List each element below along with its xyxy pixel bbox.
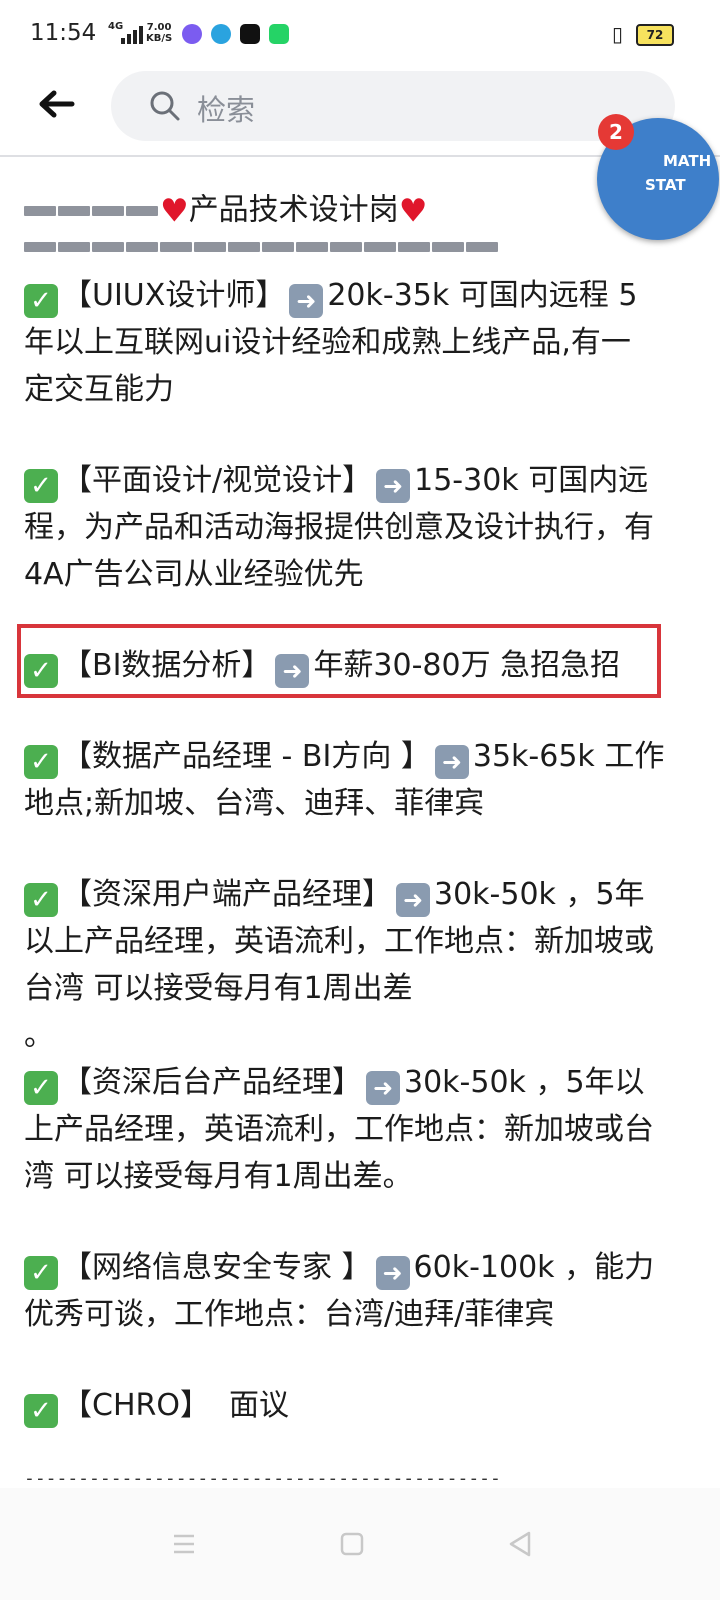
arrow-right-icon: ➜ xyxy=(289,284,324,318)
messenger-icon xyxy=(182,24,202,44)
bubble-text: STAT xyxy=(645,176,686,194)
post-title-row: ♥产品技术设计岗♥ xyxy=(24,186,692,234)
notification-badge: 2 xyxy=(598,114,634,150)
footer-dashes: ----------------------------------------… xyxy=(24,1468,501,1489)
job-text: 15-30k 可国内远 xyxy=(414,463,649,498)
network-speed: 7.00 KB/S xyxy=(146,22,172,44)
battery-icon: 72 xyxy=(636,24,674,46)
bubble-text: MATH xyxy=(663,152,712,170)
job-text: 4A广告公司从业经验优先 xyxy=(24,557,364,592)
search-placeholder: 检索 xyxy=(197,93,256,127)
job-text: 30k-50k ，5年 xyxy=(434,877,645,912)
arrow-right-icon: ➜ xyxy=(375,1256,410,1290)
job-text: 35k-65k 工作 xyxy=(472,739,665,774)
job-text: 年以上互联网ui设计经验和成熟上线产品,有一 xyxy=(24,325,631,360)
job-text: 30k-50k ，5年以 xyxy=(404,1065,645,1100)
signal-icon xyxy=(121,24,145,44)
menu-icon[interactable] xyxy=(166,1526,202,1562)
job-text: 程，为产品和活动海报提供创意及设计执行，有 xyxy=(24,510,654,545)
job-title: 【资深用户端产品经理】 xyxy=(62,877,392,912)
job-text: 以上产品经理，英语流利，工作地点：新加坡或 xyxy=(24,924,654,959)
job-text: 60k-100k ，能力 xyxy=(413,1250,655,1285)
job-title: 【网络信息安全专家 】 xyxy=(62,1250,372,1285)
job-text: 上产品经理，英语流利，工作地点：新加坡或台 xyxy=(24,1112,654,1147)
job-text: 湾 可以接受每月有1周出差。 xyxy=(24,1159,413,1194)
home-icon[interactable] xyxy=(334,1526,370,1562)
arrow-right-icon: ➜ xyxy=(434,745,469,779)
speed-value: 7.00 xyxy=(146,22,172,33)
search-icon xyxy=(149,90,181,122)
job-title: 【平面设计/视觉设计】 xyxy=(62,463,373,498)
speed-unit: KB/S xyxy=(146,33,173,44)
status-time: 11:54 xyxy=(30,20,97,46)
post-content: ♥产品技术设计岗♥ ✓ 【UIUX设计师】 ➜ 20k-35k 可国内远程 5 年以上… xyxy=(24,186,692,1429)
job-text: 优秀可谈，工作地点：台湾/迪拜/菲律宾 xyxy=(24,1297,555,1332)
telegram-icon xyxy=(211,24,231,44)
check-icon: ✓ xyxy=(24,469,58,503)
job-title: 【CHRO】 xyxy=(62,1388,210,1423)
back-icon[interactable] xyxy=(502,1526,538,1562)
job-text: 面议 xyxy=(229,1388,290,1423)
status-bar: 11:54 4G 7.00 KB/S ▯ 72 xyxy=(0,0,720,72)
job-text: 。 xyxy=(24,1018,54,1053)
list-item: ✓ 【资深后台产品经理】 ➜ 30k-50k ，5年以 上产品经理，英语流利，工作地点… xyxy=(24,1059,692,1200)
whatsapp-icon xyxy=(269,24,289,44)
arrow-right-icon: ➜ xyxy=(376,469,411,503)
list-item: ✓ 【数据产品经理 - BI方向 】 ➜ 35k-65k 工作 地点;新加坡、台湾、迪… xyxy=(24,733,692,827)
job-text: 地点;新加坡、台湾、迪拜、菲律宾 xyxy=(24,786,485,821)
job-text: 20k-35k 可国内远程 5 xyxy=(327,278,638,313)
check-icon: ✓ xyxy=(24,1394,58,1428)
list-item: ✓ 【平面设计/视觉设计】 ➜ 15-30k 可国内远 程，为产品和活动海报提供创意及… xyxy=(24,457,692,598)
job-title: 【UIUX设计师】 xyxy=(62,278,286,313)
list-item: ✓ 【CHRO】 面议 xyxy=(24,1382,692,1429)
tiktok-icon xyxy=(240,24,260,44)
post-title: 产品技术设计岗 xyxy=(188,192,399,228)
title-dashes xyxy=(24,187,160,235)
list-item: ✓ 【网络信息安全专家 】 ➜ 60k-100k ，能力 优秀可谈，工作地点：台湾/迪… xyxy=(24,1244,692,1338)
job-title: 【数据产品经理 - BI方向 】 xyxy=(62,739,431,774)
navigation-bar xyxy=(0,1488,720,1600)
job-list: ✓ 【UIUX设计师】 ➜ 20k-35k 可国内远程 5 年以上互联网ui设计经验和… xyxy=(24,272,692,1429)
check-icon: ✓ xyxy=(24,284,58,318)
job-text: 定交互能力 xyxy=(24,372,174,407)
highlight-box xyxy=(17,624,661,698)
search-input[interactable]: 检索 xyxy=(111,71,675,141)
vibrate-icon: ▯ xyxy=(612,22,624,46)
job-text: 台湾 可以接受每月有1周出差 xyxy=(24,971,413,1006)
check-icon: ✓ xyxy=(24,1256,58,1290)
list-item: ✓ 【资深用户端产品经理】 ➜ 30k-50k ，5年 以上产品经理，英语流利，工作地… xyxy=(24,871,692,1059)
heart-icon: ♥ xyxy=(160,191,189,230)
arrow-right-icon: ➜ xyxy=(366,1071,400,1105)
back-arrow-icon[interactable] xyxy=(36,84,76,124)
list-item: ✓ 【UIUX设计师】 ➜ 20k-35k 可国内远程 5 年以上互联网ui设计经验和… xyxy=(24,272,692,413)
job-title: 【资深后台产品经理】 xyxy=(62,1065,362,1100)
check-icon: ✓ xyxy=(24,745,58,779)
check-icon: ✓ xyxy=(24,883,58,917)
check-icon: ✓ xyxy=(24,1071,58,1105)
arrow-right-icon: ➜ xyxy=(396,883,430,917)
title-dash-row xyxy=(24,236,692,258)
heart-icon: ♥ xyxy=(398,191,428,230)
